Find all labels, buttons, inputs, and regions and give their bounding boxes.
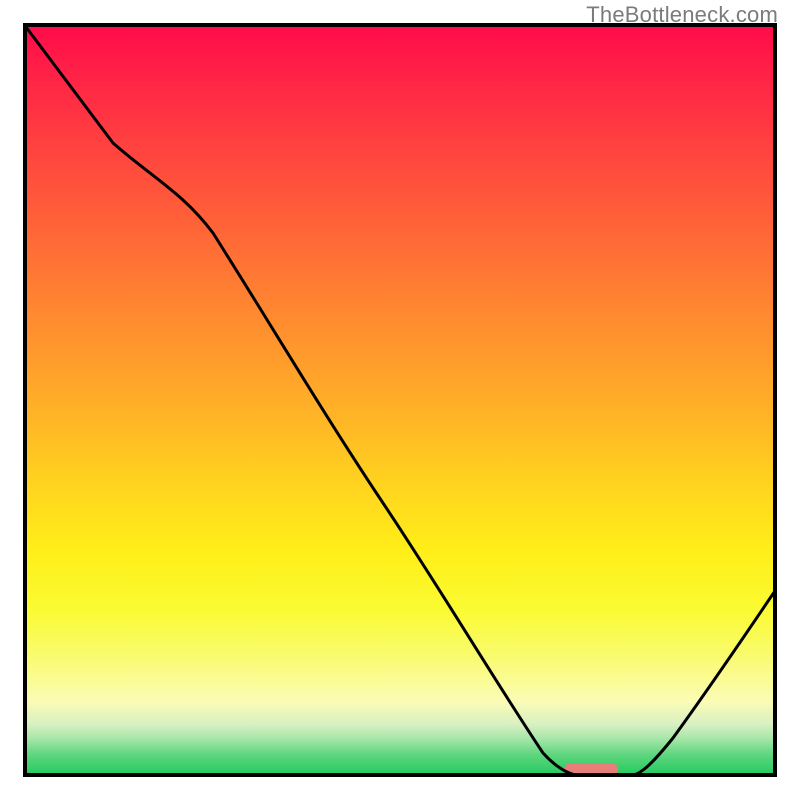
chart-stage: TheBottleneck.com — [0, 0, 800, 800]
bottleneck-curve-path — [23, 23, 777, 777]
plot-area — [23, 23, 777, 777]
curve-svg — [23, 23, 777, 777]
